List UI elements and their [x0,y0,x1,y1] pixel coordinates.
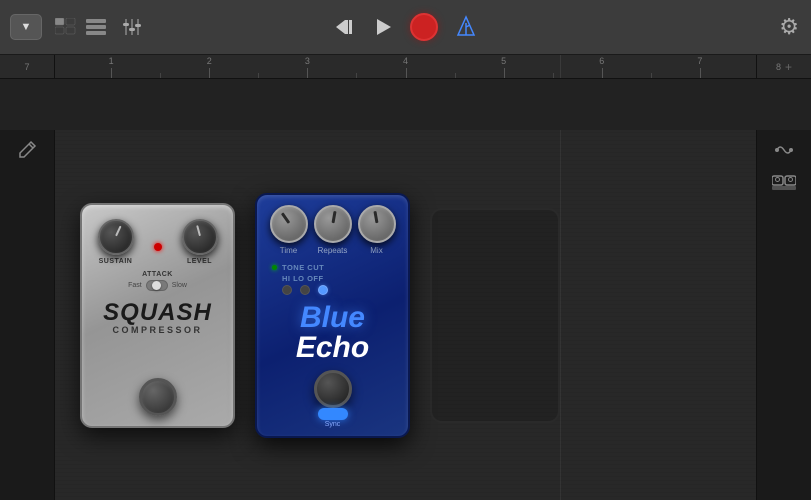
sync-label: Sync [325,421,341,428]
dropdown-button[interactable]: ▼ [10,14,42,40]
pedalboard: SUSTAIN LEVEL ATTACK Fast [55,130,756,500]
hi-toggle[interactable] [282,285,292,295]
level-label: LEVEL [187,258,212,265]
settings-button[interactable]: ⚙ [779,14,799,40]
squash-name-line1: SQUASH [103,301,212,325]
ruler-mark-7: 7 [697,56,702,66]
record-button[interactable] [410,13,438,41]
repeats-knob-container: Repeats [314,205,352,255]
sustain-knob[interactable] [98,219,134,255]
mixer-button[interactable] [119,14,145,40]
top-area: ▼ [0,0,811,130]
mix-knob-container: Mix [358,205,396,255]
time-label: Time [280,246,297,255]
metronome-button[interactable] [454,15,478,39]
sustain-label: SUSTAIN [99,258,133,265]
off-toggle[interactable] [318,285,328,295]
guitar-cable-tool-button[interactable] [774,140,794,160]
left-strip [0,130,55,500]
level-knob[interactable] [182,219,218,255]
toolbar-right: ⚙ [779,14,799,40]
mixer-icon [122,17,142,37]
rewind-button[interactable] [334,16,356,38]
attack-section: ATTACK Fast Slow [128,271,187,291]
echo-name-blue: Blue [296,303,369,333]
attack-label: ATTACK [142,271,173,278]
time-knob[interactable] [270,205,308,243]
ruler: 7 1 2 3 4 5 6 7 [0,55,811,79]
squash-footswitch[interactable] [139,378,177,416]
ruler-mark-2: 2 [207,56,212,66]
pedalboard-icon [772,172,796,192]
thumbnail-icon [55,18,77,36]
view-icon-group [48,15,113,39]
gear-icon: ⚙ [779,14,799,39]
hi-lo-off-label: HI LO OFF [282,274,324,283]
lo-toggle[interactable] [300,285,310,295]
ruler-mark-5: 5 [501,56,506,66]
pencil-icon [17,140,37,160]
blue-echo-pedal[interactable]: Time Repeats Mix [255,193,410,438]
metronome-icon [454,15,478,39]
mix-label: Mix [370,246,382,255]
echo-knobs: Time Repeats Mix [270,205,396,255]
transport-controls [334,13,478,41]
cable-icon [774,140,794,160]
level-knob-container: LEVEL [182,219,218,265]
list-view-button[interactable] [83,16,109,38]
slow-label: Slow [172,282,187,289]
fast-label: Fast [128,282,142,289]
play-icon [372,16,394,38]
pencil-tool-button[interactable] [17,140,37,160]
ruler-mark-1: 1 [109,56,114,66]
pedalboard-tool-button[interactable] [772,172,796,192]
squash-name-line2: COMPRESSOR [103,325,212,335]
mix-knob[interactable] [358,205,396,243]
dropdown-icon: ▼ [21,21,32,33]
led-indicator [154,243,162,251]
main-area: SUSTAIN LEVEL ATTACK Fast [0,130,811,500]
thumbnail-view-button[interactable] [52,15,80,39]
squash-knobs: SUSTAIN LEVEL [98,219,218,265]
echo-led [272,265,277,270]
ruler-mark-4: 4 [403,56,408,66]
attack-toggle[interactable] [146,280,168,291]
rewind-icon [334,16,356,38]
tone-cut-label: TONE CUT [282,263,324,272]
repeats-label: Repeats [318,246,348,255]
toolbar: ▼ [0,0,811,55]
echo-footswitch[interactable] [314,370,352,408]
right-strip [756,130,811,500]
ruler-mark-3: 3 [305,56,310,66]
time-knob-container: Time [270,205,308,255]
play-button[interactable] [372,16,394,38]
echo-name-echo: Echo [296,333,369,363]
empty-pedal-slot [430,208,560,423]
repeats-knob[interactable] [314,205,352,243]
squash-compressor-pedal[interactable]: SUSTAIN LEVEL ATTACK Fast [80,203,235,428]
ruler-mark-6: 6 [599,56,604,66]
echo-brand: Blue Echo [296,303,369,363]
echo-controls: TONE CUT HI LO OFF [257,263,408,295]
squash-name: SQUASH COMPRESSOR [103,301,212,335]
list-icon [86,19,106,35]
sustain-knob-container: SUSTAIN [98,219,134,265]
sync-button[interactable]: Sync [318,408,348,428]
